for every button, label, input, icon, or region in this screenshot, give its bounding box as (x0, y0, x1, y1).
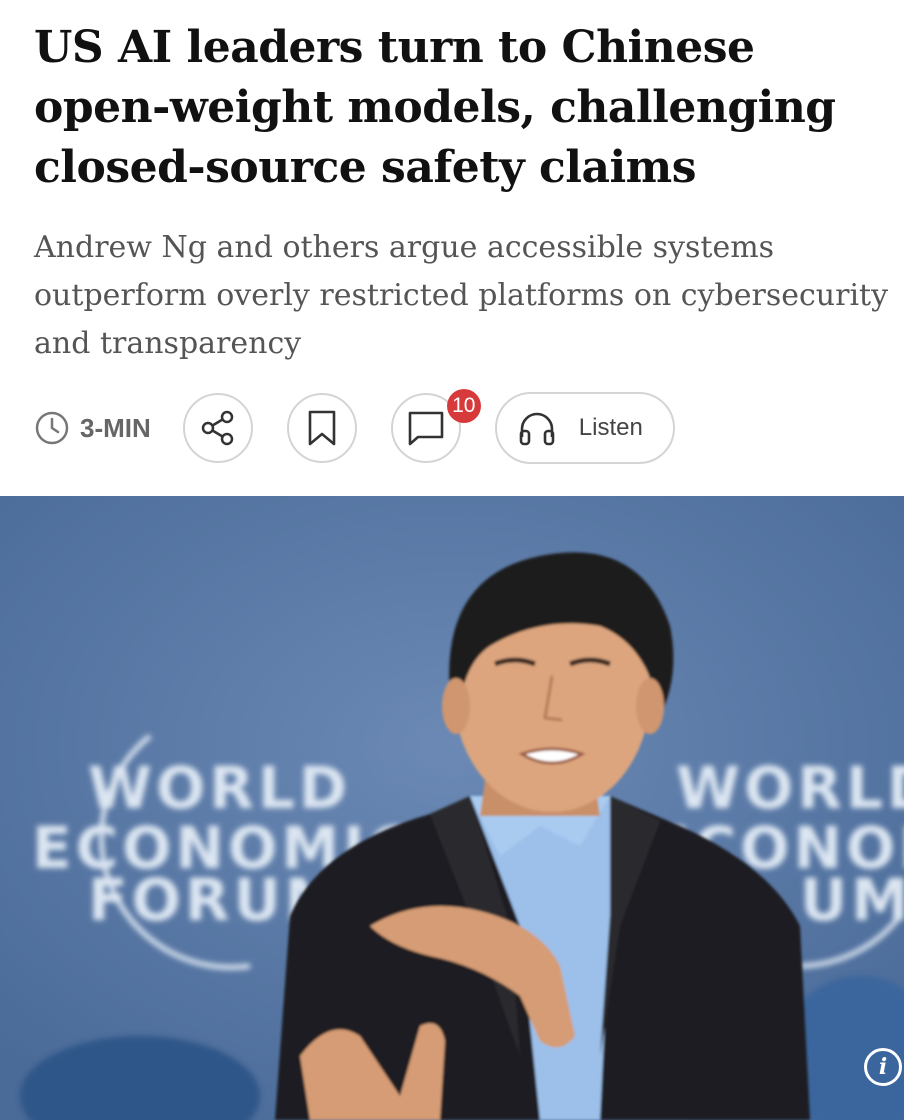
photo-info-button[interactable]: i (864, 1048, 902, 1086)
article-subheadline: Andrew Ng and others argue accessible sy… (34, 230, 889, 361)
photo-scene: WORLD ECONOMIC FORUM WORLD ECONOM UM (0, 496, 904, 1120)
clock-icon (35, 411, 69, 445)
article-toolbar: 3-MIN 10 Listen (34, 389, 894, 464)
read-time-label: 3-MIN (80, 412, 151, 443)
backdrop-right-3: UM (800, 866, 904, 934)
listen-button[interactable]: Listen (494, 392, 675, 464)
article-headline: US AI leaders turn to Chinese open-weigh… (34, 22, 836, 193)
info-icon: i (878, 1054, 888, 1080)
bookmark-icon (308, 410, 336, 446)
comment-icon (408, 411, 444, 446)
bookmark-button[interactable] (286, 393, 357, 463)
comment-count-badge: 10 (446, 389, 481, 423)
article-photo[interactable]: WORLD ECONOMIC FORUM WORLD ECONOM UM (0, 496, 904, 1120)
listen-label: Listen (578, 414, 643, 441)
read-time: 3-MIN (34, 410, 151, 446)
backdrop-line-1: WORLD (88, 754, 351, 822)
backdrop-right-1: WORLD (676, 754, 904, 822)
headphones-icon (519, 412, 555, 446)
share-icon (201, 410, 234, 446)
comments-button[interactable]: 10 (390, 389, 481, 463)
share-button[interactable] (182, 393, 253, 463)
